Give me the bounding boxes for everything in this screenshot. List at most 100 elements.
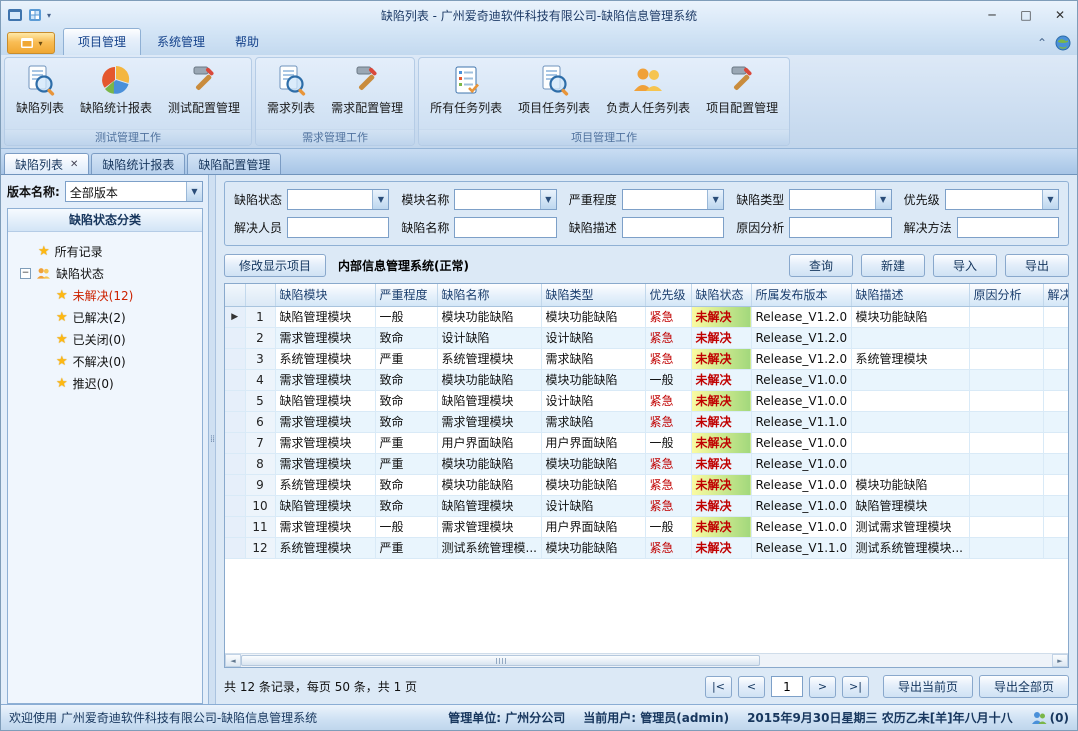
grid-cell[interactable] (969, 348, 1043, 369)
grid-cell[interactable]: 致命 (375, 327, 437, 348)
table-row[interactable]: 4需求管理模块致命模块功能缺陷模块功能缺陷一般未解决Release_V1.0.0 (225, 369, 1068, 390)
grid-cell[interactable]: 模块功能缺陷 (437, 306, 541, 327)
column-header[interactable]: 缺陷描述 (851, 284, 969, 306)
ribbon-button[interactable]: 需求列表 (259, 61, 323, 129)
grid-cell[interactable]: 紧急 (645, 306, 691, 327)
grid-cell[interactable]: 用户界面缺陷 (437, 432, 541, 453)
scrollbar-track[interactable] (241, 654, 1052, 667)
filter-value-input[interactable] (623, 190, 707, 209)
grid-cell[interactable]: Release_V1.0.0 (751, 495, 851, 516)
grid-cell[interactable]: 需求管理模块 (275, 369, 375, 390)
filter-value-input[interactable] (288, 218, 388, 237)
row-number[interactable]: 5 (245, 390, 275, 411)
grid-cell[interactable] (1043, 453, 1068, 474)
grid-cell[interactable]: 需求缺陷 (541, 348, 645, 369)
grid-cell[interactable]: 模块功能缺陷 (541, 306, 645, 327)
grid-cell[interactable]: 未解决 (691, 369, 751, 390)
grid-cell[interactable]: 紧急 (645, 453, 691, 474)
combo-dropdown-arrow[interactable]: ▼ (540, 190, 556, 209)
tree-item[interactable]: ★已解决(2) (10, 306, 200, 328)
grid-cell[interactable]: 模块功能缺陷 (437, 369, 541, 390)
grid-cell[interactable]: 模块功能缺陷 (437, 453, 541, 474)
grid-cell[interactable]: 缺陷管理模块 (275, 495, 375, 516)
table-row[interactable]: 10缺陷管理模块致命缺陷管理模块设计缺陷紧急未解决Release_V1.0.0缺… (225, 495, 1068, 516)
grid-cell[interactable]: 需求管理模块 (437, 411, 541, 432)
filter-value-input[interactable] (790, 218, 890, 237)
grid-cell[interactable]: 未解决 (691, 516, 751, 537)
column-header[interactable]: 缺陷模块 (275, 284, 375, 306)
combo-dropdown-arrow[interactable]: ▼ (372, 190, 388, 209)
filter-combobox[interactable]: ▼ (789, 189, 891, 210)
row-number[interactable]: 7 (245, 432, 275, 453)
grid-cell[interactable] (969, 369, 1043, 390)
row-number[interactable]: 4 (245, 369, 275, 390)
grid-cell[interactable] (851, 432, 969, 453)
grid-cell[interactable] (1043, 537, 1068, 558)
filter-value-input[interactable] (455, 218, 555, 237)
ribbon-button[interactable]: 项目配置管理 (698, 61, 786, 129)
quick-access-dropdown-arrow[interactable]: ▾ (47, 11, 51, 20)
grid-cell[interactable]: Release_V1.0.0 (751, 369, 851, 390)
grid-cell[interactable]: 需求管理模块 (275, 453, 375, 474)
ribbon-button[interactable]: 需求配置管理 (323, 61, 411, 129)
grid-cell[interactable]: 需求缺陷 (541, 411, 645, 432)
first-page-button[interactable]: |< (705, 676, 732, 698)
grid-cell[interactable]: 缺陷管理模块 (851, 495, 969, 516)
grid-cell[interactable] (1043, 348, 1068, 369)
grid-cell[interactable]: 设计缺陷 (541, 327, 645, 348)
grid-cell[interactable]: 系统管理模块 (275, 474, 375, 495)
export-all-pages-button[interactable]: 导出全部页 (979, 675, 1069, 698)
column-header[interactable]: 所属发布版本 (751, 284, 851, 306)
grid-cell[interactable] (969, 390, 1043, 411)
grid-cell[interactable]: 测试系统管理模... (437, 537, 541, 558)
scrollbar-thumb[interactable] (241, 655, 760, 666)
column-header[interactable]: 缺陷名称 (437, 284, 541, 306)
grid-cell[interactable]: 一般 (375, 306, 437, 327)
grid-cell[interactable]: 未解决 (691, 306, 751, 327)
document-tab-缺陷统计报表[interactable]: 缺陷统计报表 (91, 153, 185, 174)
filter-input[interactable] (622, 217, 724, 238)
column-header[interactable]: 缺陷类型 (541, 284, 645, 306)
globe-icon[interactable] (1055, 35, 1071, 51)
grid-cell[interactable]: 设计缺陷 (541, 390, 645, 411)
grid-cell[interactable] (851, 369, 969, 390)
filter-input[interactable] (789, 217, 891, 238)
maximize-button[interactable]: □ (1009, 4, 1043, 26)
query-button[interactable]: 查询 (789, 254, 853, 277)
filter-value-input[interactable] (946, 190, 1042, 209)
ribbon-button[interactable]: 缺陷列表 (8, 61, 72, 129)
grid-cell[interactable]: 模块功能缺陷 (541, 537, 645, 558)
grid-cell[interactable]: 模块功能缺陷 (851, 306, 969, 327)
row-number[interactable]: 1 (245, 306, 275, 327)
table-row[interactable]: 11需求管理模块一般需求管理模块用户界面缺陷一般未解决Release_V1.0.… (225, 516, 1068, 537)
column-header[interactable]: 缺陷状态 (691, 284, 751, 306)
table-row[interactable]: 7需求管理模块严重用户界面缺陷用户界面缺陷一般未解决Release_V1.0.0 (225, 432, 1068, 453)
combo-dropdown-arrow[interactable]: ▼ (1042, 190, 1058, 209)
next-page-button[interactable]: > (809, 676, 836, 698)
grid-cell[interactable]: 严重 (375, 432, 437, 453)
grid-cell[interactable] (969, 432, 1043, 453)
grid-cell[interactable]: 紧急 (645, 495, 691, 516)
table-row[interactable]: 6需求管理模块致命需求管理模块需求缺陷紧急未解决Release_V1.1.0 (225, 411, 1068, 432)
grid-cell[interactable] (1043, 432, 1068, 453)
tree-item[interactable]: ★推迟(0) (10, 372, 200, 394)
filter-input[interactable] (287, 217, 389, 238)
horizontal-scrollbar[interactable]: ◄ ► (225, 653, 1068, 667)
scroll-left-icon[interactable]: ◄ (225, 654, 241, 667)
grid-cell[interactable]: 未解决 (691, 474, 751, 495)
grid-cell[interactable]: 缺陷管理模块 (437, 390, 541, 411)
grid-cell[interactable]: Release_V1.2.0 (751, 327, 851, 348)
ribbon-button[interactable]: 测试配置管理 (160, 61, 248, 129)
grid-cell[interactable]: 缺陷管理模块 (437, 495, 541, 516)
grid-cell[interactable] (1043, 369, 1068, 390)
grid-cell[interactable]: 未解决 (691, 348, 751, 369)
grid-cell[interactable]: 模块功能缺陷 (541, 474, 645, 495)
grid-cell[interactable]: 缺陷管理模块 (275, 390, 375, 411)
grid-cell[interactable] (1043, 411, 1068, 432)
tree-item[interactable]: ★所有记录 (10, 240, 200, 262)
grid-cell[interactable] (969, 537, 1043, 558)
grid-cell[interactable]: Release_V1.0.0 (751, 453, 851, 474)
grid-cell[interactable] (969, 453, 1043, 474)
grid-cell[interactable]: 致命 (375, 411, 437, 432)
grid-cell[interactable]: 严重 (375, 537, 437, 558)
